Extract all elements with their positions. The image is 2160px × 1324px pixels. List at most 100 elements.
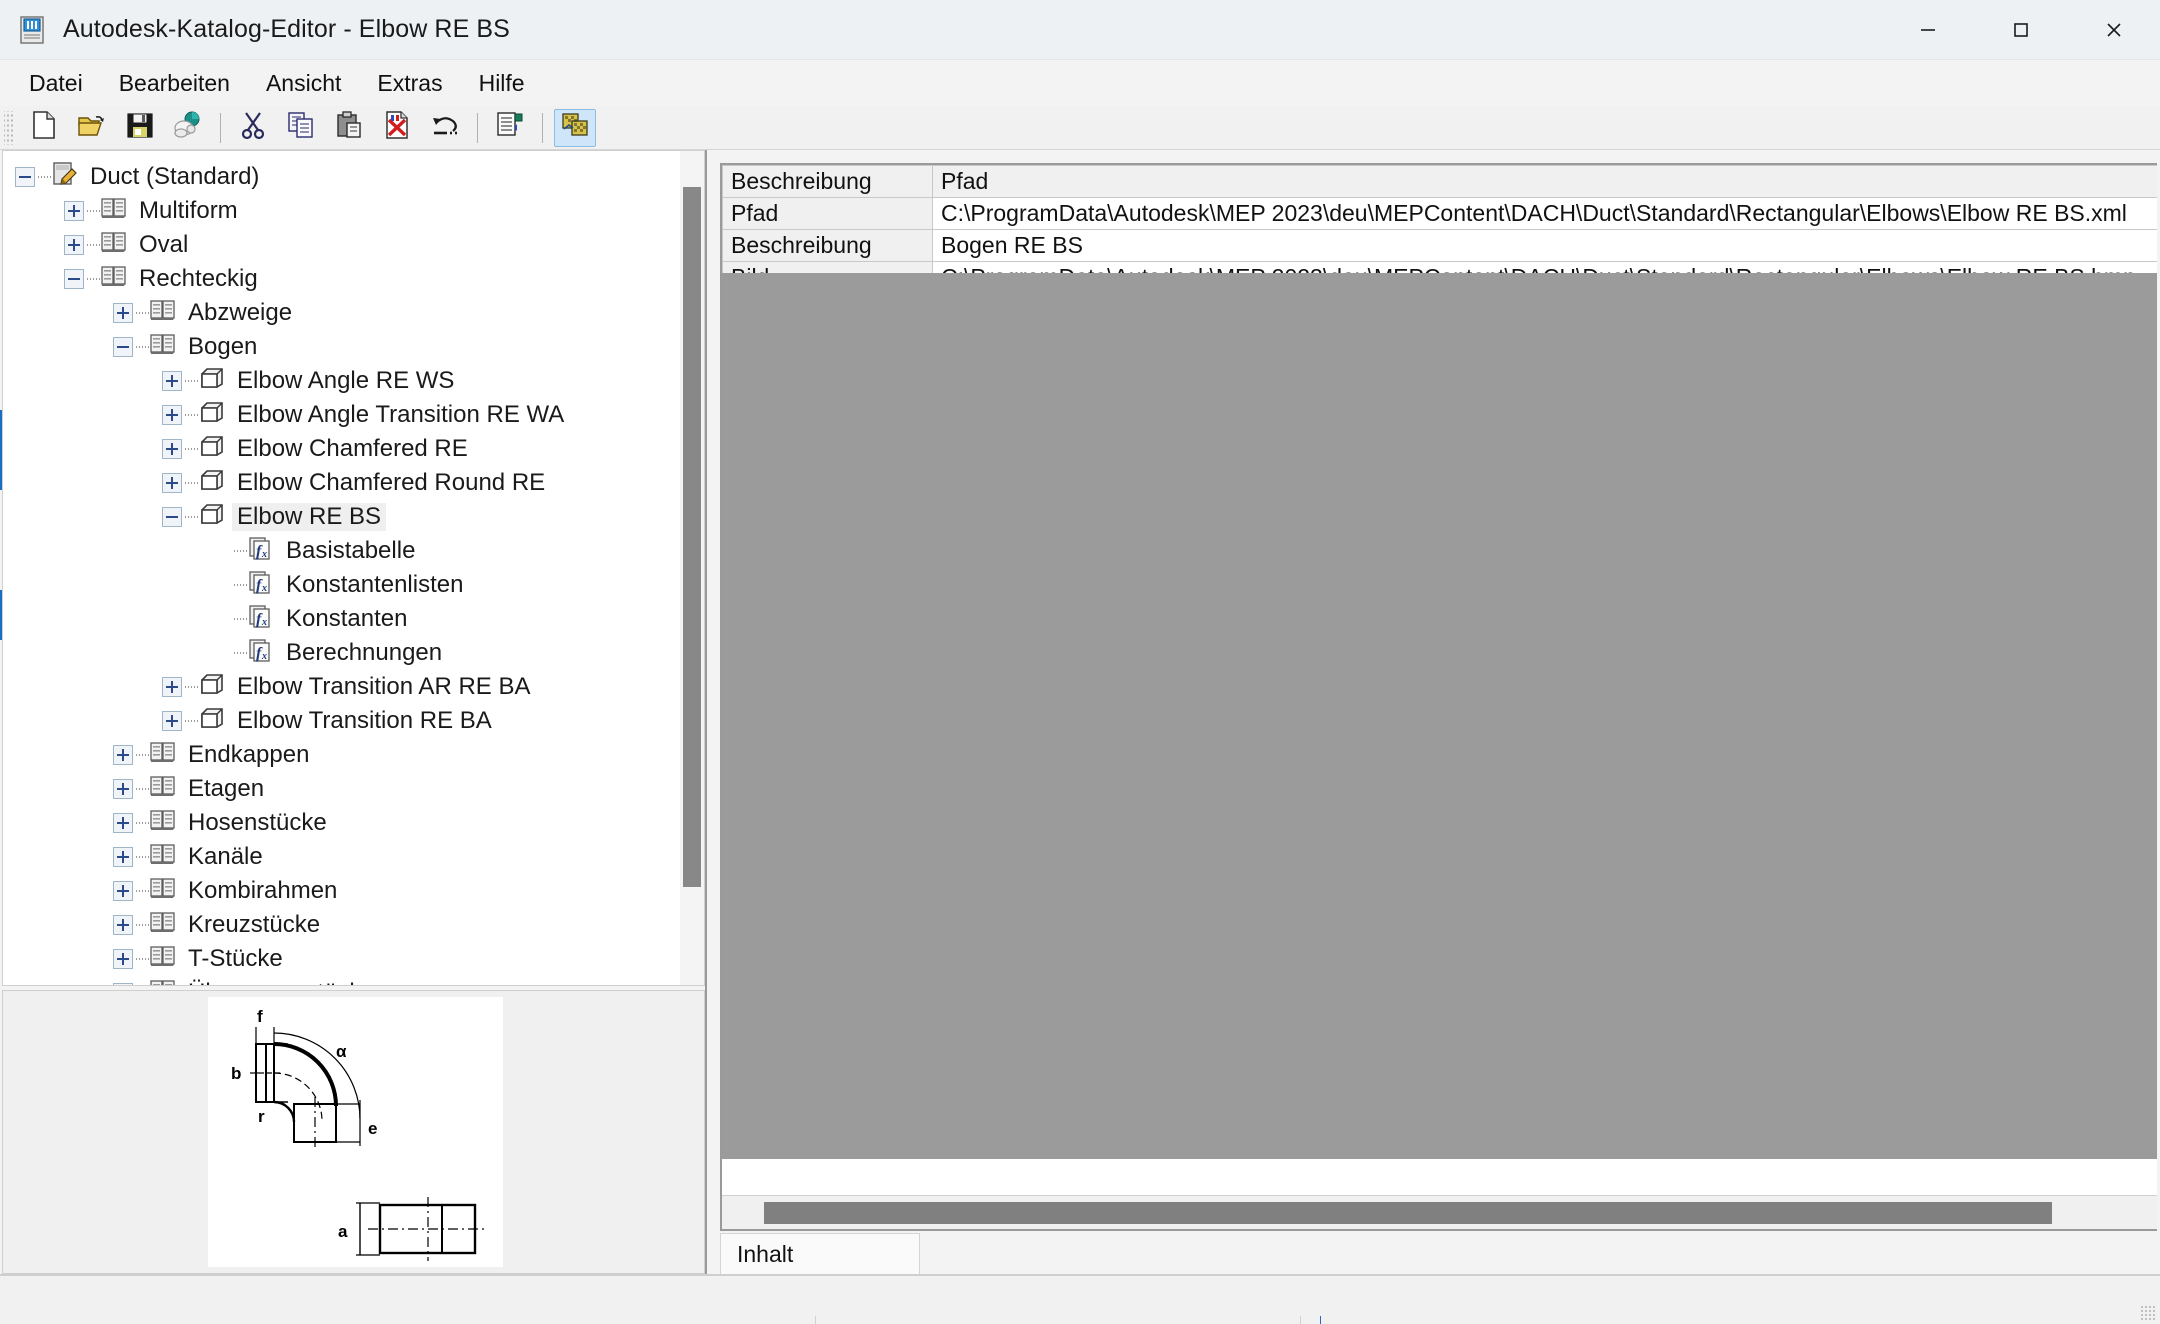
tree-item[interactable]: Elbow Chamfered RE <box>3 432 679 466</box>
tree-item[interactable]: Elbow Transition RE BA <box>3 704 679 738</box>
expand-icon[interactable] <box>162 405 182 425</box>
book-folder-icon <box>150 843 176 872</box>
right-column: Beschreibung Pfad Pfad C:\ProgramData\Aut… <box>707 150 2160 1274</box>
book-folder-icon <box>150 877 176 906</box>
resize-grip[interactable] <box>2140 1305 2156 1321</box>
tree-item[interactable]: Kanäle <box>3 840 679 874</box>
tree-item[interactable]: f x Berechnungen <box>3 636 679 670</box>
close-button[interactable] <box>2067 0 2160 60</box>
expand-icon[interactable] <box>113 847 133 867</box>
tree-item[interactable]: Elbow Angle RE WS <box>3 364 679 398</box>
new-file-button[interactable] <box>23 109 65 147</box>
paste-button[interactable] <box>328 109 370 147</box>
tree-connector <box>185 380 199 382</box>
tab-inhalt[interactable]: Inhalt <box>720 1233 920 1274</box>
maximize-button[interactable] <box>1974 0 2067 60</box>
tree-item[interactable]: Kombirahmen <box>3 874 679 908</box>
delete-button[interactable] <box>376 109 418 147</box>
menu-extras[interactable]: Extras <box>362 66 457 101</box>
cut-button[interactable] <box>232 109 274 147</box>
grid-row[interactable]: Beschreibung Bogen RE BS <box>722 229 2157 262</box>
grid-col-pfad[interactable]: Pfad <box>932 165 2157 198</box>
expand-icon[interactable] <box>64 201 84 221</box>
tree-item[interactable]: Rechteckig <box>3 262 679 296</box>
collapse-icon[interactable] <box>113 337 133 357</box>
tree-connector <box>136 924 150 926</box>
tree-item[interactable]: T-Stücke <box>3 942 679 976</box>
minimize-button[interactable] <box>1881 0 1974 60</box>
collapse-icon[interactable] <box>162 507 182 527</box>
tree-item[interactable]: Multiform <box>3 194 679 228</box>
grid-row[interactable]: Pfad C:\ProgramData\Autodesk\MEP 2023\deu… <box>722 197 2157 230</box>
collapse-icon[interactable] <box>64 269 84 289</box>
menu-hilfe[interactable]: Hilfe <box>464 66 540 101</box>
book-folder-icon <box>150 945 176 974</box>
tree-item[interactable]: f x Basistabelle <box>3 534 679 568</box>
tree-item[interactable]: Übergangsstücke <box>3 976 679 985</box>
left-column: Duct (Standard) Multiform Oval Rechteckig Ab… <box>0 150 707 1274</box>
tree-scrollbar-thumb[interactable] <box>683 187 701 887</box>
tree-item[interactable]: Bogen <box>3 330 679 364</box>
grid-horizontal-scrollbar[interactable] <box>722 1195 2157 1229</box>
expand-icon[interactable] <box>113 745 133 765</box>
expand-icon[interactable] <box>162 711 182 731</box>
toolbar-grip[interactable] <box>4 110 14 145</box>
menu-ansicht[interactable]: Ansicht <box>251 66 356 101</box>
expand-icon[interactable] <box>113 983 133 985</box>
grid-row-value[interactable]: Bogen RE BS <box>932 229 2157 262</box>
preview-panel: b f α e r a <box>2 990 705 1274</box>
expand-icon[interactable] <box>113 303 133 323</box>
collapse-icon[interactable] <box>15 167 35 187</box>
menu-bearbeiten[interactable]: Bearbeiten <box>104 66 245 101</box>
expand-icon[interactable] <box>162 473 182 493</box>
grid-hscrollbar-thumb[interactable] <box>764 1202 2052 1224</box>
book-folder-icon <box>101 231 127 260</box>
tree-connector <box>185 516 199 518</box>
menu-datei[interactable]: Datei <box>14 66 98 101</box>
expand-icon[interactable] <box>113 949 133 969</box>
print-preview-button[interactable] <box>167 109 209 147</box>
grid-row-value[interactable]: C:\ProgramData\Autodesk\MEP 2023\deu\MEP… <box>932 197 2157 230</box>
tree-item[interactable]: Duct (Standard) <box>3 160 679 194</box>
grid-row-key[interactable]: Beschreibung <box>722 229 933 262</box>
svg-text:f: f <box>257 1007 263 1026</box>
tree-item[interactable]: Kreuzstücke <box>3 908 679 942</box>
tree-item[interactable]: Elbow Chamfered Round RE <box>3 466 679 500</box>
new-document-button[interactable] <box>489 109 531 147</box>
tree-item[interactable]: Hosenstücke <box>3 806 679 840</box>
book-folder-icon <box>150 809 176 838</box>
grid-row-key[interactable]: Pfad <box>722 197 933 230</box>
tree-vertical-scrollbar[interactable] <box>680 151 704 985</box>
tree-item[interactable]: Abzweige <box>3 296 679 330</box>
undo-button[interactable] <box>424 109 466 147</box>
tree-item[interactable]: Oval <box>3 228 679 262</box>
expand-icon[interactable] <box>113 881 133 901</box>
expand-icon[interactable] <box>113 813 133 833</box>
open-folder-button[interactable] <box>71 109 113 147</box>
tree-item[interactable]: Elbow RE BS <box>3 500 679 534</box>
save-button[interactable] <box>119 109 161 147</box>
expand-icon[interactable] <box>113 915 133 935</box>
catalog-tree[interactable]: Duct (Standard) Multiform Oval Rechteckig Ab… <box>3 151 679 985</box>
menu-bar: Datei Bearbeiten Ansicht Extras Hilfe <box>0 60 2160 106</box>
tree-item[interactable]: f x Konstantenlisten <box>3 568 679 602</box>
open-folder-icon <box>77 110 107 145</box>
copy-button[interactable] <box>280 109 322 147</box>
tree-item[interactable]: Elbow Angle Transition RE WA <box>3 398 679 432</box>
tree-item[interactable]: f x Konstanten <box>3 602 679 636</box>
function-fx-icon: fx <box>248 536 274 567</box>
tree-item[interactable]: Elbow Transition AR RE BA <box>3 670 679 704</box>
tree-item[interactable]: Etagen <box>3 772 679 806</box>
expand-icon[interactable] <box>162 677 182 697</box>
preview-image-button[interactable] <box>554 108 596 147</box>
expand-icon[interactable] <box>162 371 182 391</box>
tree-connector <box>234 618 248 620</box>
tree-item[interactable]: Endkappen <box>3 738 679 772</box>
expand-icon[interactable] <box>113 779 133 799</box>
tree-item-label: Multiform <box>139 197 238 224</box>
expand-icon[interactable] <box>64 235 84 255</box>
grid-col-beschreibung[interactable]: Beschreibung <box>722 165 933 198</box>
expand-icon[interactable] <box>162 439 182 459</box>
catalog-tree-panel[interactable]: Duct (Standard) Multiform Oval Rechteckig Ab… <box>2 150 705 986</box>
status-divider-1 <box>815 1316 816 1324</box>
